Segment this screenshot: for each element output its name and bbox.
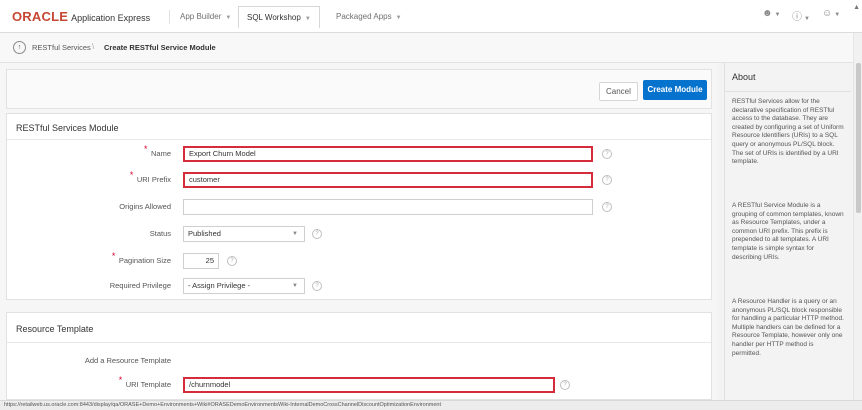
help-icon[interactable]: ?	[602, 175, 612, 185]
status-value: Published	[188, 229, 221, 238]
product-name: Application Express	[71, 13, 151, 23]
help-icon[interactable]: ?	[602, 149, 612, 159]
origins-allowed-row: Origins Allowed ?	[7, 199, 713, 217]
chevron-down-icon: ▼	[225, 15, 232, 21]
button-bar: Cancel Create Module	[6, 69, 712, 109]
cancel-button[interactable]: Cancel	[599, 82, 638, 101]
origins-allowed-label: Origins Allowed	[119, 202, 171, 211]
main-content: Cancel Create Module RESTful Services Mo…	[0, 63, 718, 400]
origins-allowed-field[interactable]	[183, 199, 593, 215]
required-marker: *	[129, 170, 134, 180]
chevron-down-icon: ▼	[774, 12, 781, 18]
help-icon[interactable]: ?	[227, 256, 237, 266]
pagination-size-field[interactable]: 25	[183, 253, 219, 269]
uri-prefix-row: * URI Prefix customer ?	[7, 170, 713, 190]
tab-divider	[169, 10, 170, 24]
required-privilege-select[interactable]: - Assign Privilege - ▼	[183, 278, 305, 294]
required-marker: *	[111, 251, 116, 261]
chevron-down-icon: ▼	[834, 12, 841, 18]
create-module-button[interactable]: Create Module	[643, 80, 707, 100]
breadcrumb-separator: \	[92, 42, 95, 51]
help-icon[interactable]: ?	[602, 202, 612, 212]
oracle-apex-logo[interactable]: ORACLE Application Express	[12, 9, 150, 24]
status-label: Status	[149, 229, 171, 238]
browser-status-bar: https://retailweb.us.oracle.com:8443/dis…	[0, 400, 862, 410]
name-label: * Name	[143, 144, 171, 158]
name-field[interactable]: Export Churn Model	[183, 146, 593, 162]
top-navigation-bar: ORACLE Application Express App Builder ▼ S…	[0, 0, 862, 33]
pagination-size-label: * Pagination Size	[111, 251, 171, 265]
divider	[725, 91, 851, 92]
tab-sql-workshop[interactable]: SQL Workshop ▼	[238, 6, 320, 28]
add-resource-template-label: Add a Resource Template	[84, 356, 171, 365]
chevron-down-icon: ▼	[292, 283, 298, 289]
name-row: * Name Export Churn Model ?	[7, 144, 713, 164]
about-paragraph: A RESTful Service Module is a grouping o…	[732, 202, 844, 261]
scrollbar-thumb[interactable]	[856, 63, 861, 213]
chevron-down-icon: ▼	[395, 15, 402, 21]
help-icon[interactable]: ?	[312, 281, 322, 291]
help-menu-button[interactable]: ⓘ ▼	[792, 8, 810, 23]
tab-app-builder[interactable]: App Builder ▼	[172, 6, 239, 28]
breadcrumb: ↑ RESTful Services \ Create RESTful Serv…	[0, 33, 862, 63]
breadcrumb-restful-services[interactable]: RESTful Services	[32, 43, 91, 52]
status-url: https://retailweb.us.oracle.com:8443/dis…	[4, 402, 441, 408]
vertical-scrollbar[interactable]	[853, 33, 862, 400]
about-sidebar: About RESTful Services allow for the dec…	[724, 63, 851, 400]
tab-label: App Builder	[180, 12, 222, 21]
region-header: RESTful Services Module	[7, 114, 711, 140]
user-icon: ☻	[762, 8, 773, 19]
pagination-size-row: * Pagination Size 25 ?	[7, 251, 713, 271]
tab-packaged-apps[interactable]: Packaged Apps ▼	[328, 6, 410, 28]
tab-label: SQL Workshop	[247, 13, 301, 22]
status-select[interactable]: Published ▼	[183, 226, 305, 242]
brand-name: ORACLE	[12, 9, 69, 24]
account-menu-button[interactable]: ☺ ▼	[822, 8, 840, 19]
page-title: Create RESTful Service Module	[104, 43, 216, 52]
help-icon: ⓘ	[792, 12, 802, 23]
about-paragraph: RESTful Services allow for the declarati…	[732, 98, 844, 166]
about-paragraph: A Resource Handler is a query or an anon…	[732, 298, 844, 357]
uri-template-label: * URI Template	[118, 375, 171, 389]
uri-template-row: * URI Template /churnmodel ?	[7, 375, 713, 395]
region-title: RESTful Services Module	[16, 123, 119, 133]
required-marker: *	[118, 375, 123, 385]
uri-prefix-field[interactable]: customer	[183, 172, 593, 188]
required-privilege-label: Required Privilege	[109, 281, 171, 290]
user-menu-button[interactable]: ☻ ▼	[762, 8, 780, 19]
scroll-up-arrow-icon[interactable]: ▲	[853, 4, 860, 11]
navigate-up-icon[interactable]: ↑	[13, 41, 26, 54]
uri-prefix-label: * URI Prefix	[129, 170, 171, 184]
tab-label: Packaged Apps	[336, 12, 392, 21]
add-resource-template-row: Add a Resource Template	[7, 353, 713, 371]
help-icon[interactable]: ?	[312, 229, 322, 239]
required-privilege-value: - Assign Privilege -	[188, 281, 251, 290]
help-icon[interactable]: ?	[560, 380, 570, 390]
uri-template-field[interactable]: /churnmodel	[183, 377, 555, 393]
chevron-down-icon: ▼	[804, 16, 810, 22]
status-row: Status Published ▼ ?	[7, 226, 713, 244]
chevron-down-icon: ▼	[292, 231, 298, 237]
chevron-down-icon: ▼	[304, 16, 311, 22]
region-header: Resource Template	[7, 313, 711, 343]
account-icon: ☺	[822, 8, 833, 19]
region-title: Resource Template	[16, 324, 94, 334]
resource-template-region: Resource Template Add a Resource Templat…	[6, 312, 712, 400]
restful-services-module-region: RESTful Services Module * Name Export Chu…	[6, 113, 712, 300]
required-privilege-row: Required Privilege - Assign Privilege - …	[7, 278, 713, 296]
required-marker: *	[143, 144, 148, 154]
about-title: About	[732, 72, 756, 82]
